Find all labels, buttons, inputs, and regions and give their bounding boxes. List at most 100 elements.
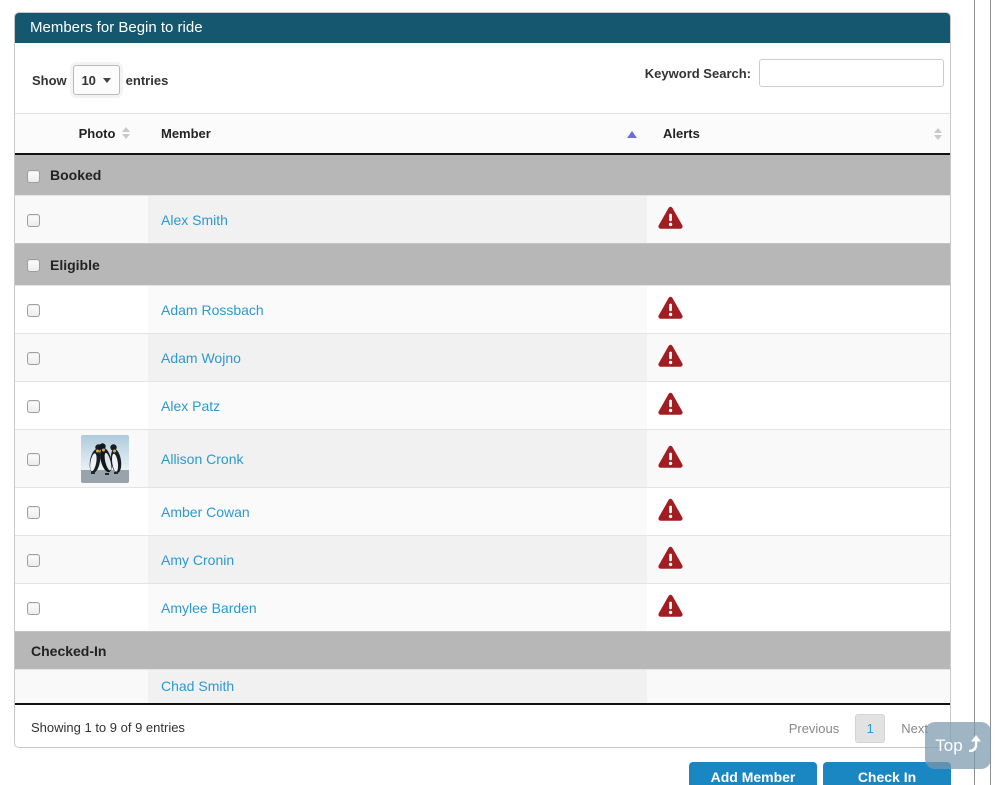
- member-cell: Adam Rossbach: [148, 286, 647, 334]
- photo-cell: [61, 488, 148, 536]
- row-checkbox[interactable]: [27, 170, 40, 183]
- checkbox-cell: [15, 430, 61, 488]
- member-cell: Chad Smith: [148, 670, 647, 704]
- alerts-cell: [647, 488, 950, 536]
- member-name-link[interactable]: Chad Smith: [161, 678, 234, 694]
- add-member-button[interactable]: Add Member: [689, 762, 817, 785]
- alert-warning-icon[interactable]: [657, 296, 684, 323]
- member-cell: Adam Wojno: [148, 334, 647, 382]
- previous-page-button[interactable]: Previous: [779, 713, 850, 744]
- arrow-up-icon: [967, 735, 981, 757]
- header-checkbox-column: [15, 114, 61, 154]
- row-checkbox[interactable]: [27, 453, 40, 466]
- row-checkbox[interactable]: [27, 400, 40, 413]
- pagination: Previous 1 Next: [779, 713, 938, 744]
- checkbox-cell: [15, 670, 61, 704]
- group-header-row: Eligible: [15, 244, 950, 286]
- member-row: Allison Cronk: [15, 430, 950, 488]
- top-button-label: Top: [935, 736, 962, 756]
- alerts-cell: [647, 536, 950, 584]
- checkbox-cell: [15, 382, 61, 430]
- alerts-cell: [647, 286, 950, 334]
- alerts-cell: [647, 670, 950, 704]
- page-right-border-line: [974, 0, 975, 785]
- member-cell: Alex Patz: [148, 382, 647, 430]
- row-checkbox[interactable]: [27, 214, 40, 227]
- sort-both-icon: [934, 128, 942, 140]
- table-controls: Show 10 entries Keyword Search:: [15, 43, 950, 113]
- row-checkbox[interactable]: [27, 352, 40, 365]
- member-cell: Amylee Barden: [148, 584, 647, 632]
- member-row: Amy Cronin: [15, 536, 950, 584]
- checkbox-cell: [15, 488, 61, 536]
- checkbox-cell: [15, 286, 61, 334]
- keyword-search-input[interactable]: [759, 59, 944, 87]
- chevron-down-icon: [103, 78, 111, 83]
- member-name-link[interactable]: Amy Cronin: [161, 552, 234, 568]
- keyword-search-control: Keyword Search:: [645, 59, 944, 87]
- checkbox-cell: [15, 584, 61, 632]
- alert-warning-icon[interactable]: [657, 445, 684, 472]
- row-checkbox[interactable]: [27, 554, 40, 567]
- alert-warning-icon[interactable]: [657, 392, 684, 419]
- row-checkbox[interactable]: [27, 259, 40, 272]
- alert-warning-icon[interactable]: [657, 498, 684, 525]
- page-length-control: Show 10 entries: [32, 65, 168, 95]
- member-photo: [81, 449, 129, 465]
- entries-info: Showing 1 to 9 of 9 entries: [31, 720, 185, 735]
- keyword-search-label: Keyword Search:: [645, 66, 751, 81]
- photo-cell: [61, 584, 148, 632]
- alert-warning-icon[interactable]: [657, 344, 684, 371]
- alerts-cell: [647, 334, 950, 382]
- group-header-row: Booked: [15, 154, 950, 196]
- row-checkbox[interactable]: [27, 304, 40, 317]
- alerts-cell: [647, 430, 950, 488]
- alert-warning-icon[interactable]: [657, 546, 684, 573]
- member-row: Alex Smith: [15, 196, 950, 244]
- header-photo[interactable]: Photo: [61, 114, 148, 154]
- member-name-link[interactable]: Amylee Barden: [161, 600, 257, 616]
- alert-warning-icon[interactable]: [657, 594, 684, 621]
- alerts-cell: [647, 584, 950, 632]
- member-cell: Amy Cronin: [148, 536, 647, 584]
- header-alerts[interactable]: Alerts: [647, 114, 950, 154]
- entries-select-value: 10: [81, 73, 95, 88]
- header-member[interactable]: Member: [148, 114, 647, 154]
- header-photo-label: Photo: [79, 126, 116, 141]
- member-name-link[interactable]: Alex Smith: [161, 212, 228, 228]
- entries-select[interactable]: 10: [73, 65, 120, 95]
- sort-both-icon: [122, 127, 130, 139]
- member-cell: Amber Cowan: [148, 488, 647, 536]
- member-name-link[interactable]: Adam Wojno: [161, 350, 241, 366]
- row-checkbox[interactable]: [27, 602, 40, 615]
- photo-cell: [61, 536, 148, 584]
- scrollbar-track-line: [990, 0, 991, 785]
- page-number-button[interactable]: 1: [855, 714, 885, 743]
- member-name-link[interactable]: Adam Rossbach: [161, 302, 264, 318]
- table-body: Booked Alex Smith Eligible Adam Rossbach Ada…: [15, 154, 950, 704]
- alert-warning-icon[interactable]: [657, 206, 684, 233]
- checkbox-cell: [15, 536, 61, 584]
- photo-cell: [61, 670, 148, 704]
- member-row: Amber Cowan: [15, 488, 950, 536]
- table-footer: Showing 1 to 9 of 9 entries Previous 1 N…: [15, 705, 950, 751]
- member-name-link[interactable]: Alex Patz: [161, 398, 220, 414]
- alerts-cell: [647, 382, 950, 430]
- member-row: Alex Patz: [15, 382, 950, 430]
- member-cell: Allison Cronk: [148, 430, 647, 488]
- scroll-to-top-button[interactable]: Top: [925, 722, 991, 769]
- photo-cell: [61, 430, 148, 488]
- member-name-link[interactable]: Allison Cronk: [161, 451, 243, 467]
- member-row: Adam Wojno: [15, 334, 950, 382]
- page: Members for Begin to ride Show 10 entrie…: [0, 0, 996, 785]
- members-panel: Members for Begin to ride Show 10 entrie…: [14, 12, 951, 748]
- checkbox-cell: [15, 196, 61, 244]
- photo-cell: [61, 334, 148, 382]
- table-header-row: Photo Member Alerts: [15, 114, 950, 154]
- group-label: Checked-In: [31, 643, 106, 659]
- panel-title: Members for Begin to ride: [15, 13, 950, 43]
- row-checkbox[interactable]: [27, 506, 40, 519]
- member-name-link[interactable]: Amber Cowan: [161, 504, 250, 520]
- member-row: Adam Rossbach: [15, 286, 950, 334]
- group-header-row: Checked-In: [15, 632, 950, 670]
